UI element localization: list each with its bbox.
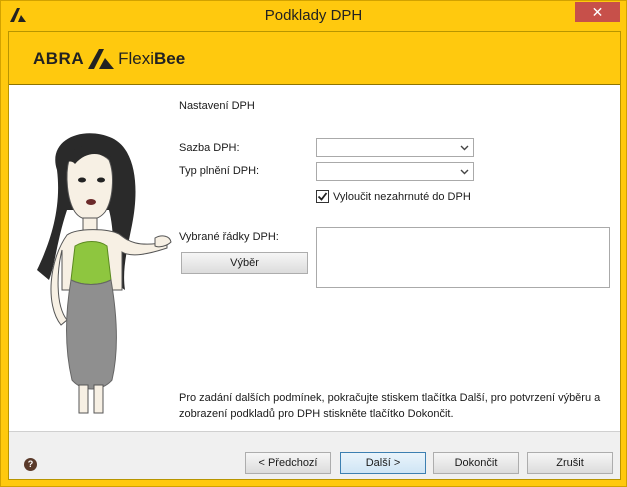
window-title: Podklady DPH [264, 7, 363, 24]
abra-logo-mark-icon [88, 49, 115, 69]
wizard-content: Nastavení DPH Sazba DPH: Typ plnění DPH:… [9, 85, 620, 432]
logo-text-flexi: Flexi [118, 49, 155, 68]
exclude-checkbox-row[interactable]: Vyloučit nezahrnuté do DPH [316, 190, 471, 203]
logo-text-abra: ABRA [33, 49, 85, 68]
close-button[interactable]: ✕ [575, 2, 620, 22]
supply-type-combobox[interactable] [316, 162, 474, 181]
select-rows-button[interactable]: Výběr [181, 252, 308, 274]
cancel-button[interactable]: Zrušit [527, 452, 613, 474]
title-bar[interactable]: Podklady DPH ✕ [1, 1, 626, 31]
next-button[interactable]: Další > [340, 452, 426, 474]
vat-rate-combobox[interactable] [316, 138, 474, 157]
chevron-down-icon [460, 169, 469, 175]
previous-button[interactable]: < Předchozí [245, 452, 331, 474]
wizard-client-area: ABRA Flexi Bee Nastavení DPH Sazba DPH: … [8, 31, 621, 480]
abra-flexibee-logo: ABRA Flexi Bee [33, 47, 185, 71]
selected-rows-label: Vybrané řádky DPH: [179, 231, 279, 243]
brand-banner: ABRA Flexi Bee [9, 32, 620, 85]
selected-rows-listbox[interactable] [316, 227, 610, 288]
logo-text-bee: Bee [154, 49, 186, 68]
exclude-checkbox[interactable] [316, 190, 329, 203]
wizard-footer: ? < Předchozí Další > Dokončit Zrušit [9, 432, 620, 479]
help-icon[interactable]: ? [24, 458, 37, 471]
wizard-window: Podklady DPH ✕ ABRA Flexi Bee Nastavení … [0, 0, 627, 487]
exclude-checkbox-label: Vyloučit nezahrnuté do DPH [333, 190, 471, 203]
chevron-down-icon [460, 145, 469, 151]
mascot-illustration [37, 133, 172, 414]
supply-type-label: Typ plnění DPH: [179, 165, 260, 177]
finish-button[interactable]: Dokončit [433, 452, 519, 474]
section-title: Nastavení DPH [179, 100, 255, 112]
vat-rate-label: Sazba DPH: [179, 142, 240, 154]
checkmark-icon [317, 192, 328, 201]
hint-text: Pro zadání dalších podmínek, pokračujte … [179, 392, 601, 420]
